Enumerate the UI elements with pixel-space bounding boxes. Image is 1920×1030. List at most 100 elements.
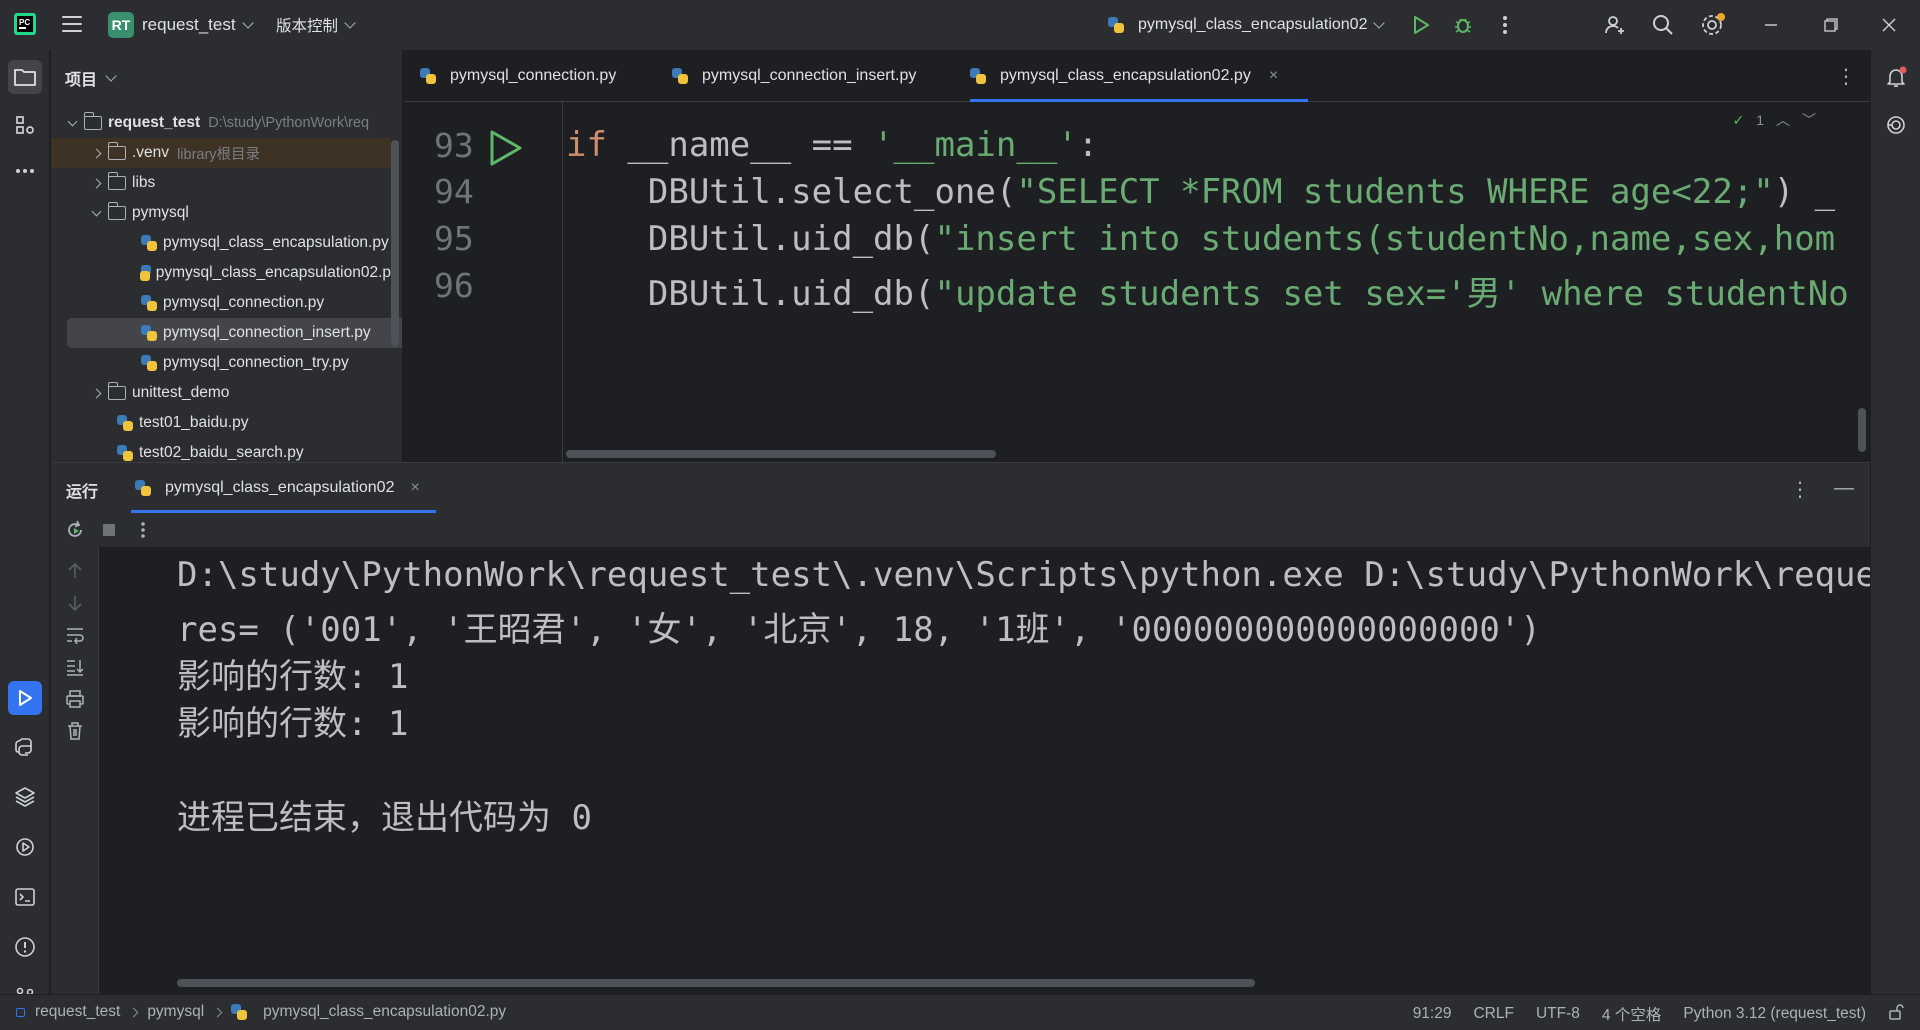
run-icon[interactable] (1408, 12, 1434, 38)
console-horizontal-scrollbar[interactable] (177, 979, 1255, 987)
more-vertical-icon[interactable]: ⋮ (1790, 477, 1810, 502)
tree-item-label: pymysql_class_encapsulation02.p (155, 264, 391, 281)
more-vertical-icon[interactable] (1492, 12, 1518, 38)
arrow-up-icon[interactable] (63, 559, 87, 583)
inspection-widget[interactable]: ✓ 1 ︿ ﹀ (1732, 110, 1816, 130)
chevron-down-icon (344, 17, 356, 29)
soft-wrap-icon[interactable] (63, 623, 87, 647)
breadcrumb-item[interactable]: request_test (35, 1003, 120, 1021)
right-tool-strip (1870, 50, 1920, 994)
tab-pymysql-connection-insert[interactable]: pymysql_connection_insert.py (672, 50, 916, 102)
tree-item-file-selected[interactable]: pymysql_connection_insert.py (67, 318, 402, 348)
tree-root[interactable]: request_test D:\study\PythonWork\req (51, 108, 391, 138)
add-user-icon[interactable] (1602, 12, 1628, 38)
project-panel-header[interactable]: 项目 (65, 66, 117, 90)
stop-icon[interactable] (97, 518, 121, 542)
cursor-position[interactable]: 91:29 (1413, 1005, 1452, 1023)
tab-close-icon[interactable]: × (1269, 67, 1278, 85)
project-tool-folder-icon[interactable] (8, 60, 42, 94)
scroll-to-end-icon[interactable] (63, 655, 87, 679)
python-file-icon (139, 265, 151, 281)
rerun-icon[interactable] (63, 518, 87, 542)
ai-assistant-icon[interactable] (1879, 108, 1913, 142)
project-scrollbar[interactable] (391, 140, 399, 346)
python-file-icon (141, 325, 157, 341)
close-icon[interactable] (1876, 12, 1902, 38)
services-icon[interactable] (8, 830, 42, 864)
settings-gear-icon[interactable] (1700, 12, 1726, 38)
tree-item-file[interactable]: pymysql_class_encapsulation02.p (51, 258, 391, 288)
tree-item-libs[interactable]: libs (51, 168, 391, 198)
problems-icon[interactable] (8, 930, 42, 964)
python-interpreter[interactable]: Python 3.12 (request_test) (1683, 1005, 1866, 1023)
tab-pymysql-class-encapsulation02[interactable]: pymysql_class_encapsulation02.py × (970, 50, 1309, 102)
tree-item-file[interactable]: test01_baidu.py (51, 408, 391, 438)
layers-icon[interactable] (8, 780, 42, 814)
print-icon[interactable] (63, 687, 87, 711)
python-file-icon (135, 480, 151, 496)
minimize-icon[interactable] (1758, 12, 1784, 38)
lock-icon[interactable] (1888, 1003, 1904, 1025)
folder-icon (83, 112, 102, 130)
tab-pymysql-connection[interactable]: pymysql_connection.py (420, 50, 616, 102)
tree-item-file[interactable]: pymysql_connection_try.py (51, 348, 391, 378)
tree-item-venv[interactable]: .venv library根目录 (51, 138, 391, 168)
editor-tabs: pymysql_connection.py pymysql_connection… (404, 50, 1870, 102)
vcs-menu[interactable]: 版本控制 (276, 11, 356, 39)
structure-icon[interactable] (8, 108, 42, 142)
indent-setting[interactable]: 4 个空格 (1602, 1003, 1661, 1025)
file-encoding[interactable]: UTF-8 (1536, 1005, 1580, 1023)
hint-count: 1 (1756, 112, 1764, 128)
gutter-divider (562, 102, 563, 462)
run-config-label: pymysql_class_encapsulation02 (1138, 16, 1368, 33)
more-horizontal-icon[interactable] (8, 154, 42, 188)
console-line: res= ('001', '王昭君', '女', '北京', 18, '1班',… (177, 610, 1541, 650)
folder-icon (107, 382, 126, 400)
breadcrumb-item[interactable]: pymysql (147, 1003, 204, 1021)
notifications-bell-icon[interactable] (1879, 60, 1913, 94)
chevron-down-icon[interactable]: ﹀ (1802, 110, 1816, 130)
project-switcher[interactable]: RT request_test (108, 11, 254, 39)
tree-item-unittest-demo[interactable]: unittest_demo (51, 378, 391, 408)
tree-item-label: libs (132, 174, 156, 191)
editor-horizontal-scrollbar[interactable] (566, 450, 996, 458)
code-string: "SELECT *FROM students WHERE age<22;" (1016, 172, 1774, 212)
minimize-panel-icon[interactable]: — (1834, 477, 1854, 502)
tree-item-file[interactable]: test02_baidu_search.py (51, 438, 391, 462)
debug-icon[interactable] (1450, 12, 1476, 38)
console-output[interactable]: D:\study\PythonWork\request_test\.venv\S… (103, 547, 1870, 995)
code-string: "insert into students(studentNo,name,sex… (934, 219, 1836, 259)
tree-item-file[interactable]: pymysql_class_encapsulation.py (51, 228, 391, 258)
breadcrumb-item[interactable]: pymysql_class_encapsulation02.py (263, 1003, 506, 1021)
terminal-icon[interactable] (8, 880, 42, 914)
arrow-down-icon[interactable] (63, 591, 87, 615)
code-line: DBUtil.uid_db("update students set sex='… (566, 266, 1849, 315)
code-text: DBUtil.uid_db( (566, 219, 935, 259)
more-vertical-icon[interactable] (131, 518, 155, 542)
chevron-down-icon (105, 70, 117, 82)
run-tab[interactable]: pymysql_class_encapsulation02 × (131, 463, 436, 513)
code-string: '__main__' (873, 125, 1078, 165)
code-editor[interactable]: 93 if __name__ == '__main__': 94 DBUtil.… (404, 102, 1870, 462)
run-tab-label: pymysql_class_encapsulation02 (165, 479, 395, 496)
code-keyword: if (566, 125, 607, 165)
trash-icon[interactable] (63, 719, 87, 743)
close-icon[interactable]: × (410, 479, 419, 497)
search-icon[interactable] (1650, 12, 1676, 38)
tabs-more-icon[interactable]: ⋮ (1836, 64, 1856, 89)
tab-label: pymysql_connection.py (450, 67, 617, 84)
chevron-up-icon[interactable]: ︿ (1776, 110, 1790, 130)
tree-item-pymysql[interactable]: pymysql (51, 198, 391, 228)
line-separator[interactable]: CRLF (1473, 1005, 1513, 1023)
restore-icon[interactable] (1818, 12, 1844, 38)
code-text: : (1077, 125, 1099, 165)
run-config-selector[interactable]: pymysql_class_encapsulation02 (1108, 11, 1386, 39)
collapsed-arrow-icon (91, 148, 102, 158)
main-menu-icon[interactable] (60, 13, 84, 35)
run-gutter-icon[interactable] (488, 128, 524, 168)
python-console-icon[interactable] (8, 730, 42, 764)
line-number: 96 (434, 266, 474, 305)
editor-vertical-scrollbar[interactable] (1858, 408, 1866, 452)
tree-item-file[interactable]: pymysql_connection.py (51, 288, 391, 318)
run-tool-icon[interactable] (8, 681, 42, 715)
